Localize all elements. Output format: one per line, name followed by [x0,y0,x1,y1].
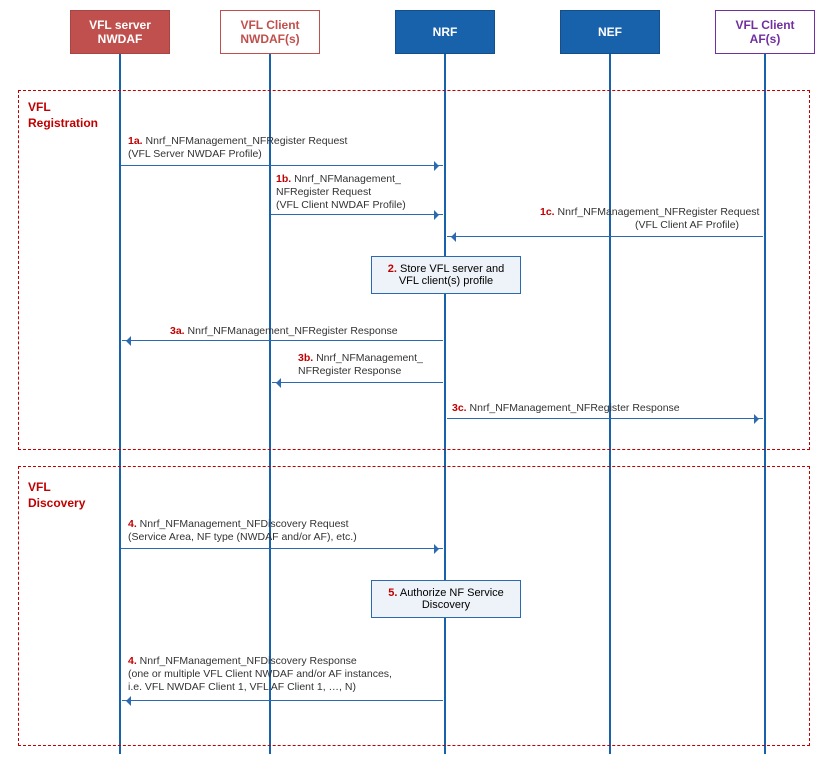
participant-vfl-client-nwdaf: VFL Client NWDAF(s) [220,10,320,54]
phase-vfl-discovery-label: VFL Discovery [28,480,108,511]
participant-vfl-server-nwdaf: VFL server NWDAF [70,10,170,54]
participant-vfl-client-af: VFL Client AF(s) [715,10,815,54]
msg-1c: 1c. Nnrf_NFManagement_NFRegister Request… [540,206,759,232]
phase-vfl-registration-label: VFL Registration [28,100,108,131]
msg-3c: 3c. Nnrf_NFManagement_NFRegister Respons… [452,402,680,415]
arrow-3b [272,382,443,383]
arrow-1b [271,214,443,215]
msg-4-request: 4. Nnrf_NFManagement_NFDiscovery Request… [128,518,357,544]
arrow-1a [121,165,443,166]
sequence-diagram: VFL server NWDAF VFL Client NWDAF(s) NRF… [0,0,829,759]
arrow-3c [447,418,763,419]
participant-nef: NEF [560,10,660,54]
msg-3a: 3a. Nnrf_NFManagement_NFRegister Respons… [170,325,398,338]
arrow-4-response [122,700,443,701]
participant-nrf: NRF [395,10,495,54]
msg-1a: 1a. Nnrf_NFManagement_NFRegister Request… [128,135,347,161]
msg-1b: 1b. Nnrf_NFManagement_ NFRegister Reques… [276,173,406,212]
msg-3b: 3b. Nnrf_NFManagement_ NFRegister Respon… [298,352,423,378]
note-5-authorize: 5. Authorize NF Service Discovery [371,580,521,618]
arrow-3a [122,340,443,341]
msg-4-response: 4. Nnrf_NFManagement_NFDiscovery Respons… [128,655,392,694]
note-2-store-profile: 2. Store VFL server and VFL client(s) pr… [371,256,521,294]
arrow-1c [447,236,763,237]
arrow-4-request [121,548,443,549]
